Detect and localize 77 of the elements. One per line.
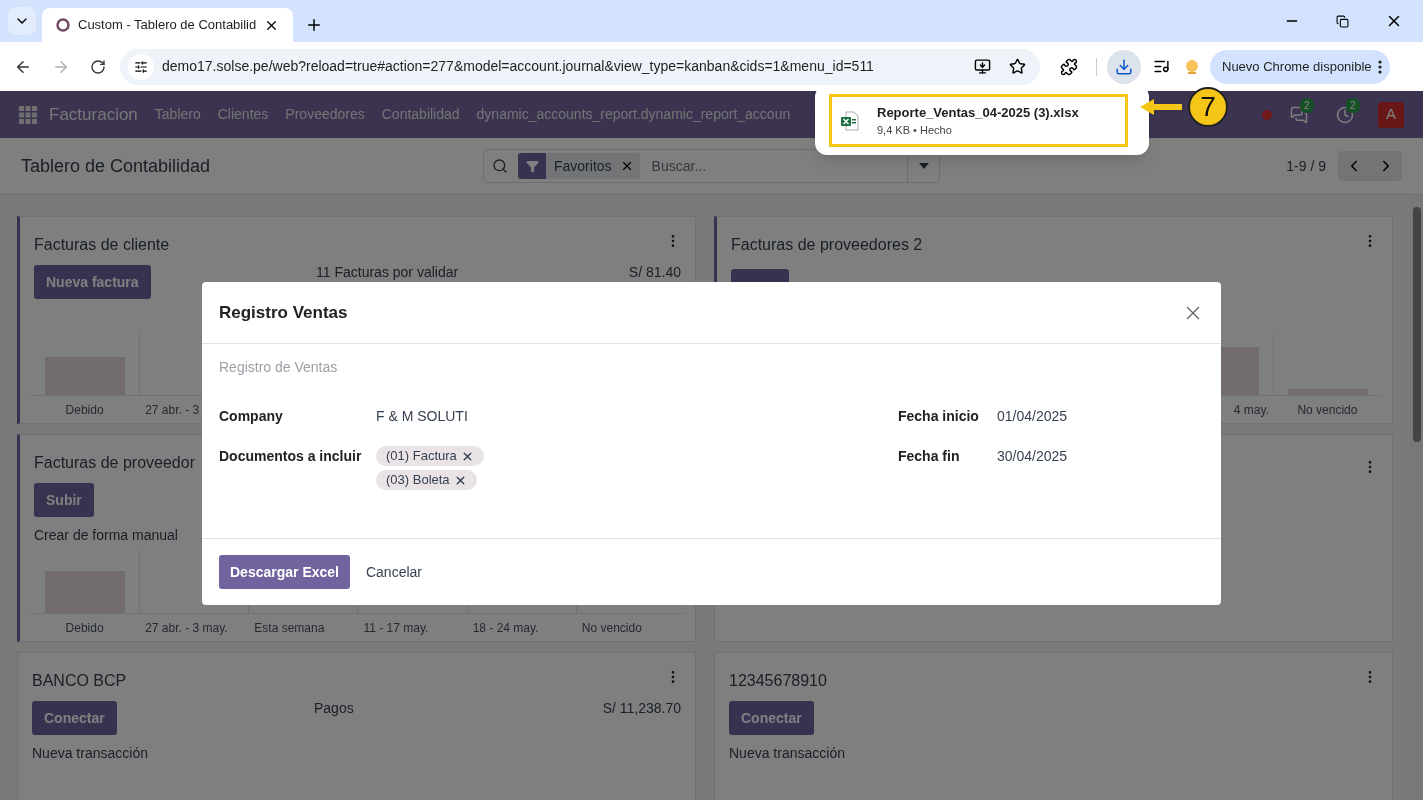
menu-item[interactable]: Tablero — [154, 104, 201, 125]
tag-chip[interactable]: (03) Boleta — [376, 470, 477, 490]
card-action-button[interactable]: Subir — [34, 483, 94, 517]
menu-item[interactable]: Proveedores — [285, 104, 365, 125]
tab-title: Custom - Tablero de Contabilid — [78, 16, 257, 35]
axis-label: 27 abr. - 3 — [145, 402, 200, 417]
page-title: Tablero de Contabilidad — [21, 154, 212, 178]
axis-label: 18 - 24 may. — [472, 620, 539, 635]
axis-label: Debido — [65, 620, 104, 635]
axis-label: Debido — [65, 402, 104, 417]
more-icon — [1377, 59, 1382, 74]
field-value[interactable]: 30/04/2025 — [997, 446, 1068, 467]
filter-facet[interactable]: Favoritos — [518, 153, 640, 179]
card-info-text[interactable]: 11 Facturas por validar — [316, 265, 629, 279]
card-action-button[interactable]: Nueva factura — [34, 265, 151, 299]
download-status: 9,4 KB • Hecho — [877, 123, 953, 138]
spreadsheet-file-icon — [841, 110, 859, 131]
browser-tab[interactable]: Custom - Tablero de Contabilid — [42, 8, 294, 42]
dialog-title: Registro Ventas — [219, 301, 348, 324]
axis-label: No vencido — [581, 620, 642, 635]
bookmark-icon[interactable] — [1009, 58, 1026, 75]
axis-label: 27 abr. - 3 may. — [145, 620, 228, 635]
pager-value: 1-9 / 9 — [1286, 156, 1326, 176]
download-icon — [1115, 57, 1133, 76]
app-name[interactable]: Facturacion — [49, 101, 138, 128]
download-excel-button[interactable]: Descargar Excel — [219, 555, 350, 589]
card-info-text[interactable]: Pagos — [314, 701, 603, 715]
field-label: Documentos a incluir — [219, 447, 363, 466]
cancel-button[interactable]: Cancelar — [365, 555, 422, 589]
card-link[interactable]: Nueva transacción — [32, 743, 681, 764]
field-label: Fecha fin — [898, 447, 961, 466]
address-bar[interactable]: demo17.solse.pe/web?reload=true#action=277&model=account.journal&view_type=kanban&cids=1&menu_id=511 — [120, 48, 1040, 85]
field-label: Company — [219, 407, 284, 426]
media-icon[interactable] — [1153, 58, 1170, 75]
axis-label: Esta semana — [254, 620, 325, 635]
card-title: 12345678910 — [729, 671, 827, 691]
next-page-button[interactable] — [1370, 151, 1402, 181]
download-filename[interactable]: Reporte_Ventas_04-2025 (3).xlsx — [877, 102, 1079, 122]
field-value[interactable]: F & M SOLUTI — [376, 406, 468, 427]
field-label: Fecha inicio — [898, 407, 980, 426]
search-placeholder: Buscar... — [651, 156, 708, 176]
pointer-arrow — [1140, 98, 1182, 116]
dialog-subtitle: Registro de Ventas — [219, 359, 338, 375]
reload-icon[interactable] — [90, 58, 106, 75]
site-settings-icon[interactable] — [134, 59, 148, 74]
app-logo-icon — [56, 18, 70, 32]
axis-label: 11 - 17 may. — [363, 620, 429, 635]
user-avatar[interactable]: A — [1378, 101, 1404, 128]
tag-chip[interactable]: (01) Factura — [376, 446, 484, 466]
field-value[interactable]: 01/04/2025 — [997, 406, 1068, 427]
tab-list-button[interactable] — [8, 7, 36, 35]
card-title: Facturas de proveedor — [34, 453, 195, 473]
search-icon[interactable] — [492, 158, 508, 174]
restore-icon[interactable] — [1336, 14, 1349, 28]
card-amount: S/ 81.40 — [628, 265, 681, 279]
card-amount: S/ 11,238.70 — [602, 701, 681, 715]
axis-label: No vencido — [1297, 402, 1358, 417]
card-link[interactable]: Nueva transacción — [729, 743, 1378, 764]
activity-count: 2 — [1346, 97, 1360, 113]
card-action-button[interactable]: Conectar — [729, 701, 814, 735]
filter-icon — [525, 159, 539, 173]
previous-page-button[interactable] — [1338, 151, 1370, 181]
install-icon[interactable] — [974, 58, 991, 75]
dropdown-caret-icon[interactable] — [918, 163, 929, 169]
menu-item[interactable]: dynamic_accounts_report.dynamic_report_accoun — [476, 104, 791, 125]
update-button[interactable]: Nuevo Chrome disponible — [1210, 49, 1390, 84]
card-action-button[interactable]: Conectar — [32, 701, 117, 735]
url-text: demo17.solse.pe/web?reload=true#action=277&model=account.journal&view_type=kanban&cids=1&menu_id=511 — [162, 57, 875, 76]
card-title: Facturas de cliente — [34, 235, 170, 255]
extensions-icon[interactable] — [1060, 57, 1078, 76]
downloads-button[interactable] — [1107, 49, 1141, 84]
card-title: Facturas de proveedores 2 — [731, 235, 923, 255]
message-count: 2 — [1300, 97, 1314, 113]
card-title: BANCO BCP — [32, 671, 127, 691]
menu-item[interactable]: Clientes — [217, 104, 269, 125]
menu-item[interactable]: Contabilidad — [381, 104, 460, 125]
axis-label: 4 may. — [1233, 402, 1269, 417]
